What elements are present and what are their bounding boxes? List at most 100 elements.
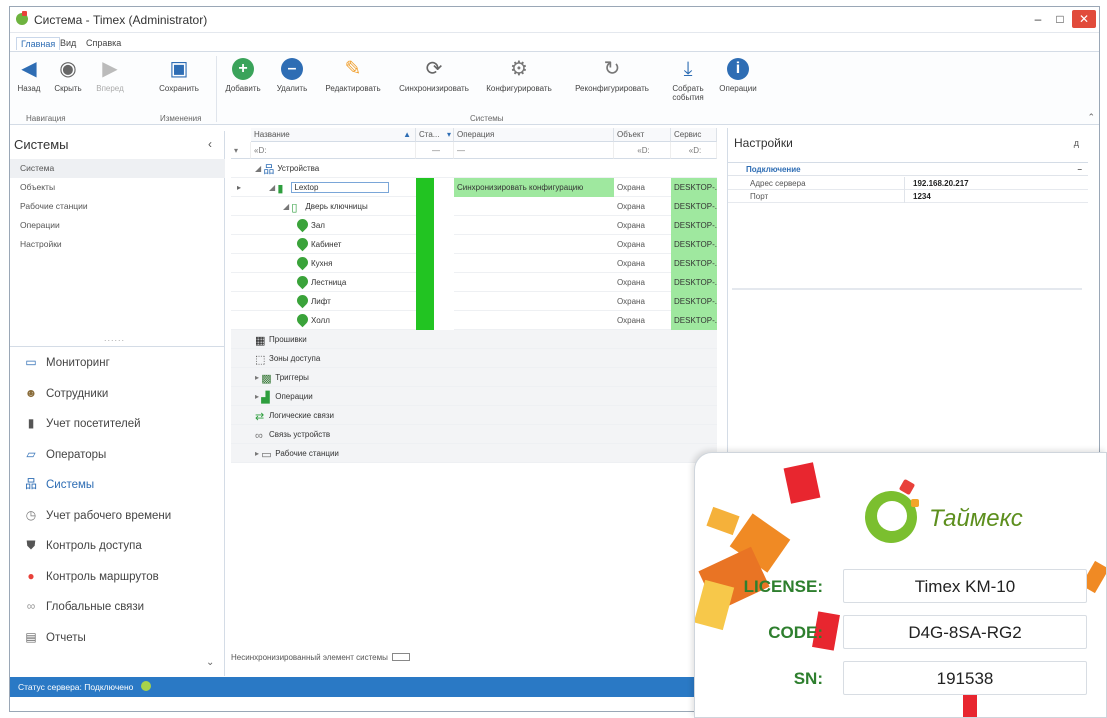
service-cell [671, 159, 717, 178]
col-header-name[interactable]: Название ▲ [251, 128, 416, 142]
cell-name[interactable]: Холл [297, 311, 415, 330]
nav-visitors[interactable]: ▮ Учет посетителей [10, 408, 225, 439]
filter-name[interactable]: «D: [251, 142, 416, 159]
collapse-group-icon[interactable]: – [1078, 163, 1082, 177]
table-row[interactable]: Зал Охрана DESKTOP-... [231, 216, 717, 235]
service-cell [671, 387, 717, 406]
cell-name[interactable]: Зал [297, 216, 415, 235]
row-label: Рабочие станции [275, 449, 339, 458]
tree-toggle-icon[interactable]: ◢ [255, 164, 263, 173]
collect-events-button[interactable]: ⤓ Собрать события [666, 56, 710, 102]
nav-worktime[interactable]: ◷ Учет рабочего времени [10, 500, 225, 531]
table-row[interactable]: Кухня Охрана DESKTOP-... [231, 254, 717, 273]
key-icon [297, 273, 311, 290]
operation-cell [454, 330, 614, 349]
operations-button[interactable]: i Операции [716, 56, 760, 93]
list-item-settings[interactable]: Настройки [10, 235, 225, 254]
cell-name[interactable]: Лифт [297, 292, 415, 311]
edit-button[interactable]: ✎ Редактировать [318, 56, 388, 93]
collapse-ribbon-icon[interactable]: ⌃ [1087, 112, 1095, 123]
sync-button[interactable]: ⟳ Синхронизировать [394, 56, 474, 93]
row-label: Холл [311, 316, 330, 325]
nav-systems[interactable]: 品 Системы [10, 469, 225, 500]
prop-server-address[interactable]: Адрес сервера 192.168.20.217 [728, 177, 1088, 190]
nav-global-links[interactable]: ∞ Глобальные связи [10, 591, 225, 622]
menu-view[interactable]: Вид [56, 37, 80, 49]
list-item-workstations[interactable]: Рабочие станции [10, 197, 225, 216]
table-row[interactable]: Холл Охрана DESKTOP-... [231, 311, 717, 330]
server-status-text: Статус сервера: Подключено [18, 682, 134, 692]
cell-name[interactable]: ⇄ Логические связи [255, 406, 415, 425]
pin-panel-icon[interactable]: д [1074, 138, 1079, 148]
status-cell [416, 330, 454, 349]
cell-name[interactable]: Кухня [297, 254, 415, 273]
collapse-panel-icon[interactable]: ‹ [208, 137, 212, 151]
maximize-button[interactable]: □ [1050, 10, 1070, 28]
table-row[interactable]: Кабинет Охрана DESKTOP-... [231, 235, 717, 254]
list-item-objects[interactable]: Объекты [10, 178, 225, 197]
tree-toggle-icon[interactable]: ◢ [269, 183, 277, 192]
col-header-object[interactable]: Объект [614, 128, 671, 142]
table-row[interactable]: ⇄ Логические связи [231, 406, 717, 425]
reconfigure-button[interactable]: ↻ Реконфигурировать [566, 56, 658, 93]
close-button[interactable]: ✕ [1072, 10, 1096, 28]
col-header-service[interactable]: Сервис [671, 128, 717, 142]
back-button[interactable]: ◀ Назад [16, 56, 42, 93]
table-row[interactable]: ◢ 品 Устройства [231, 159, 717, 178]
table-row[interactable]: ∞ Связь устройств [231, 425, 717, 444]
col-header-status[interactable]: Ста... ▾ [416, 128, 454, 142]
prop-port[interactable]: Порт 1234 [728, 190, 1088, 203]
cell-name[interactable]: ◢ ▯ Дверь ключницы [283, 197, 415, 216]
delete-button[interactable]: – Удалить [272, 56, 312, 93]
list-item-system[interactable]: Система [10, 159, 225, 178]
service-cell [671, 425, 717, 444]
filter-object[interactable]: «D: [614, 142, 671, 159]
minimize-button[interactable]: – [1028, 10, 1048, 28]
status-cell [416, 178, 454, 197]
cell-name[interactable]: Лестница [297, 273, 415, 292]
nav-monitoring[interactable]: ▭ Мониторинг [10, 347, 225, 378]
splitter-grip[interactable]: ...... [104, 333, 125, 343]
filter-service[interactable]: «D: [671, 142, 717, 159]
cell-name[interactable]: ∞ Связь устройств [255, 425, 415, 444]
hide-button[interactable]: ◉ Скрыть [48, 56, 88, 93]
menu-help[interactable]: Справка [82, 37, 125, 49]
filter-operation[interactable]: — [454, 142, 614, 159]
cell-name[interactable]: ▸ ▭ Рабочие станции [255, 444, 415, 463]
nav-route-control[interactable]: ● Контроль маршрутов [10, 561, 225, 592]
add-button[interactable]: + Добавить [220, 56, 266, 93]
table-row[interactable]: ▦ Прошивки [231, 330, 717, 349]
table-row[interactable]: ▸ ▟ Операции [231, 387, 717, 406]
table-row[interactable]: ▸ ◢ ▮ Lextop Синхронизировать конфигурацию О… [231, 178, 717, 197]
forward-button[interactable]: ▶ Вперед [92, 56, 128, 93]
connection-group[interactable]: Подключение – [728, 162, 1088, 176]
tree-toggle-icon[interactable]: ◢ [283, 202, 291, 211]
nav-employees[interactable]: ☻ Сотрудники [10, 378, 225, 409]
cell-name[interactable]: ▸ ▟ Операции [255, 387, 415, 406]
nav-more-chevron-icon[interactable]: ⌄ [206, 657, 214, 668]
cell-name[interactable]: ⬚ Зоны доступа [255, 349, 415, 368]
plus-icon: + [232, 58, 254, 80]
table-row[interactable]: Лестница Охрана DESKTOP-... [231, 273, 717, 292]
col-header-operation[interactable]: Операция [454, 128, 614, 142]
left-panel-title: Системы [14, 137, 69, 152]
cell-name[interactable]: ▦ Прошивки [255, 330, 415, 349]
cell-name[interactable]: ◢ 品 Устройства [255, 159, 415, 178]
module-nav: ▭ Мониторинг ☻ Сотрудники ▮ Учет посетителе… [10, 346, 225, 652]
table-row[interactable]: ▸ ▭ Рабочие станции [231, 444, 717, 463]
nav-access-control[interactable]: ⛊ Контроль доступа [10, 530, 225, 561]
filter-status[interactable]: — [416, 142, 454, 159]
nav-reports[interactable]: ▤ Отчеты [10, 622, 225, 653]
table-row[interactable]: ⬚ Зоны доступа [231, 349, 717, 368]
nav-operators[interactable]: ▱ Операторы [10, 439, 225, 470]
cell-name[interactable]: ◢ ▮ Lextop [269, 178, 415, 197]
table-row[interactable]: ▸ ▩ Триггеры [231, 368, 717, 387]
list-item-operations[interactable]: Операции [10, 216, 225, 235]
cell-name[interactable]: ▸ ▩ Триггеры [255, 368, 415, 387]
table-row[interactable]: Лифт Охрана DESKTOP-... [231, 292, 717, 311]
cell-name[interactable]: Кабинет [297, 235, 415, 254]
menu-home[interactable]: Главная [16, 37, 61, 50]
configure-button[interactable]: ⚙ Конфигурировать [478, 56, 560, 93]
table-row[interactable]: ◢ ▯ Дверь ключницы Охрана DESKTOP-... [231, 197, 717, 216]
save-button[interactable]: ▣ Сохранить [152, 56, 206, 93]
